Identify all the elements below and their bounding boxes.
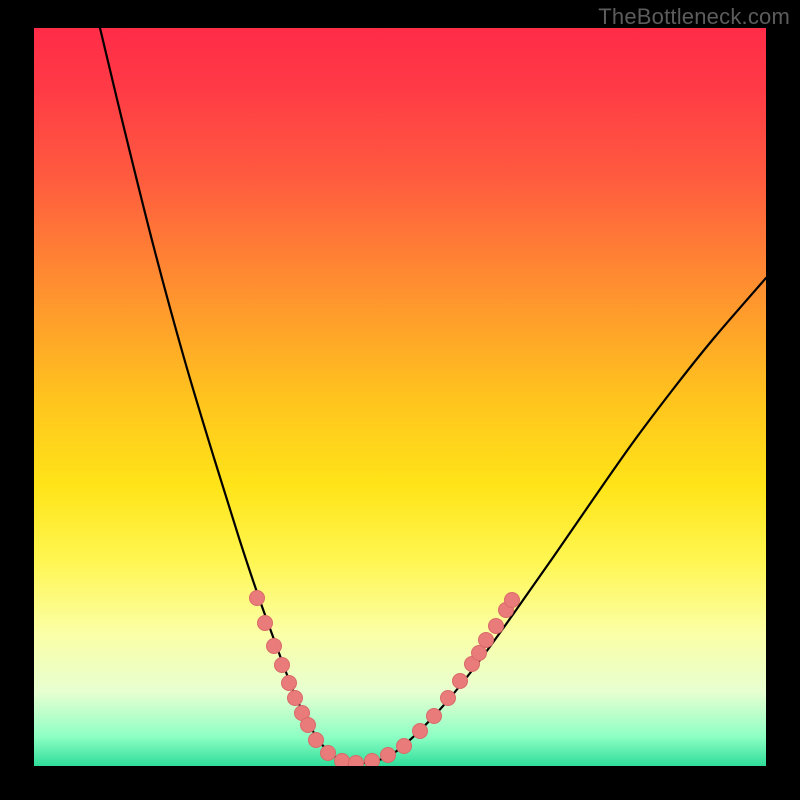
- marker-dot: [365, 754, 380, 767]
- marker-dot: [505, 593, 520, 608]
- marker-dot: [301, 718, 316, 733]
- marker-dots: [250, 591, 520, 767]
- marker-dot: [258, 616, 273, 631]
- marker-dot: [349, 756, 364, 767]
- marker-dot: [250, 591, 265, 606]
- marker-dot: [267, 639, 282, 654]
- marker-dot: [381, 748, 396, 763]
- marker-dot: [413, 724, 428, 739]
- marker-dot: [335, 754, 350, 767]
- marker-dot: [282, 676, 297, 691]
- marker-dot: [309, 733, 324, 748]
- marker-dot: [321, 746, 336, 761]
- watermark-text: TheBottleneck.com: [598, 4, 790, 30]
- marker-dot: [479, 633, 494, 648]
- marker-dot: [397, 739, 412, 754]
- curve-svg: [34, 28, 766, 766]
- marker-dot: [427, 709, 442, 724]
- chart-frame: TheBottleneck.com: [0, 0, 800, 800]
- marker-dot: [489, 619, 504, 634]
- marker-dot: [453, 674, 468, 689]
- marker-dot: [288, 691, 303, 706]
- marker-dot: [441, 691, 456, 706]
- marker-dot: [275, 658, 290, 673]
- bottleneck-curve: [100, 28, 766, 763]
- plot-area: [34, 28, 766, 766]
